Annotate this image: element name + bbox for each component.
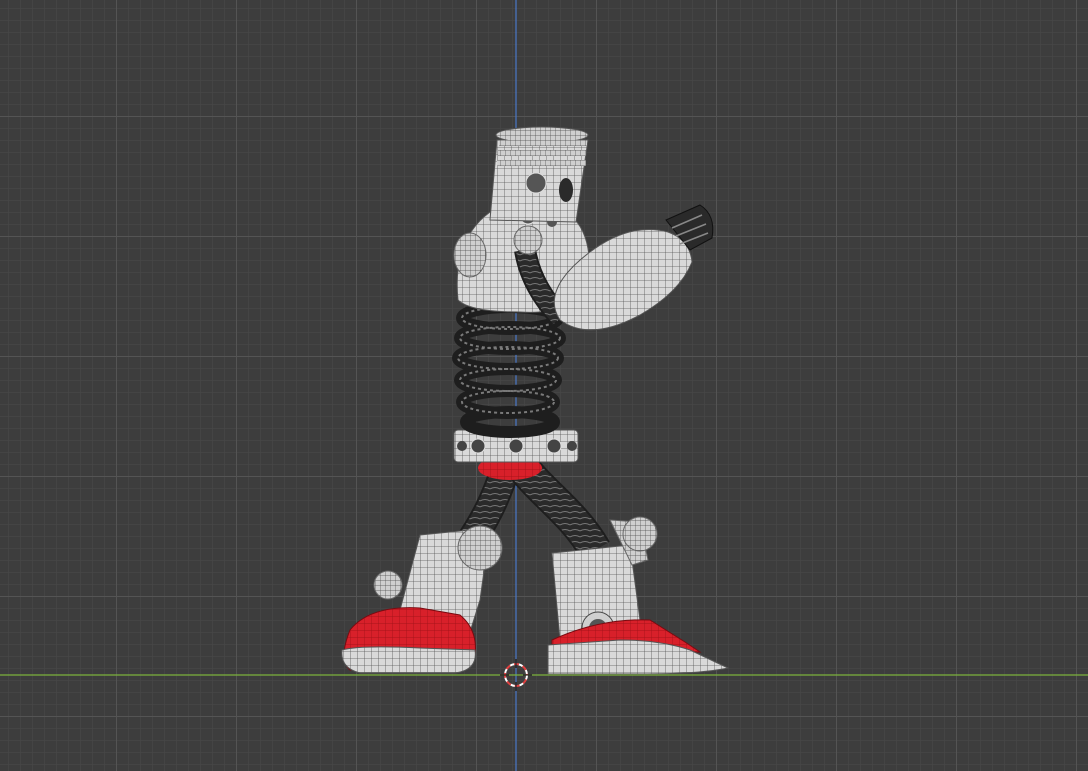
left-boot [341, 525, 503, 674]
head-cylinder [489, 126, 589, 223]
spring-torso [452, 301, 566, 438]
viewport-scene[interactable] [0, 0, 1088, 771]
3d-viewport[interactable] [0, 0, 1088, 771]
right-leg-coil [511, 459, 610, 559]
robot-model[interactable] [341, 126, 730, 675]
